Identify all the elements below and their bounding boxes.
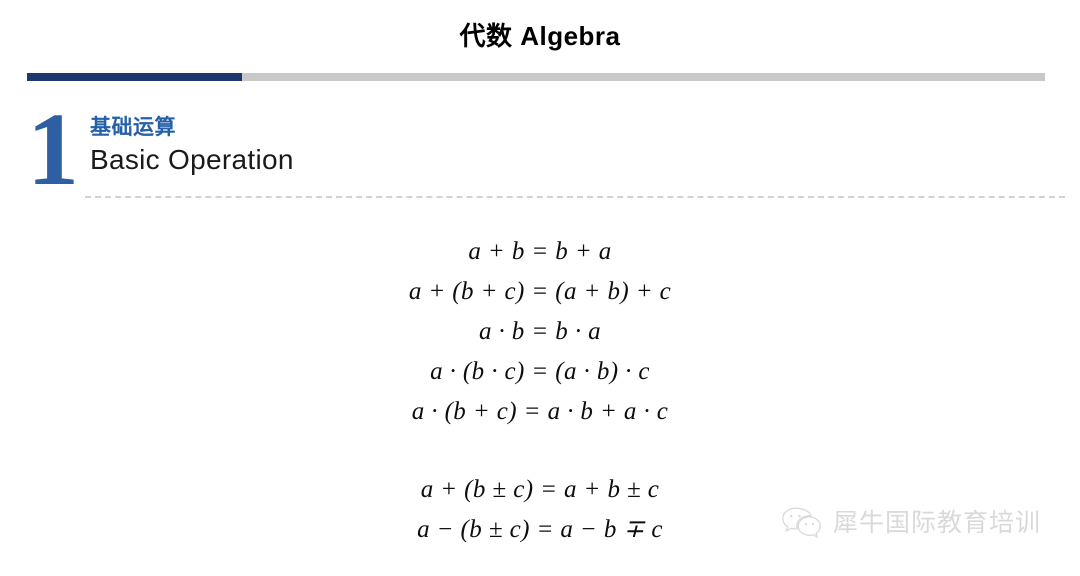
section-title-chinese: 基础运算 [90, 116, 176, 139]
formula-line: a · b = b · a [478, 318, 602, 345]
section-title-english: Basic Operation [90, 144, 294, 175]
wechat-icon [780, 505, 824, 541]
formula-line: a + (b ± c) = a + b ± c [420, 476, 660, 503]
section-heading: 1 基础运算 Basic Operation [27, 98, 1067, 204]
progress-bar-fill [27, 73, 242, 81]
section-title-group: 基础运算 Basic Operation [90, 114, 294, 178]
formula-line: a + b = b + a [468, 238, 612, 265]
formula-group-gap [0, 432, 1080, 470]
dashed-divider [85, 196, 1065, 198]
watermark-label: 犀牛国际教育培训 [833, 509, 1042, 537]
watermark: 犀牛国际教育培训 [780, 505, 1041, 541]
formula-list: a + b = b + a a + (b + c) = (a + b) + c … [0, 232, 1080, 550]
formula-line: a · (b · c) = (a · b) · c [430, 358, 650, 385]
progress-bar-track [27, 73, 1045, 81]
section-number: 1 [27, 92, 79, 207]
formula-line: a + (b + c) = (a + b) + c [408, 278, 672, 305]
page-title: 代数 Algebra [459, 21, 621, 51]
formula-line: a · (b + c) = a · b + a · c [411, 398, 669, 425]
